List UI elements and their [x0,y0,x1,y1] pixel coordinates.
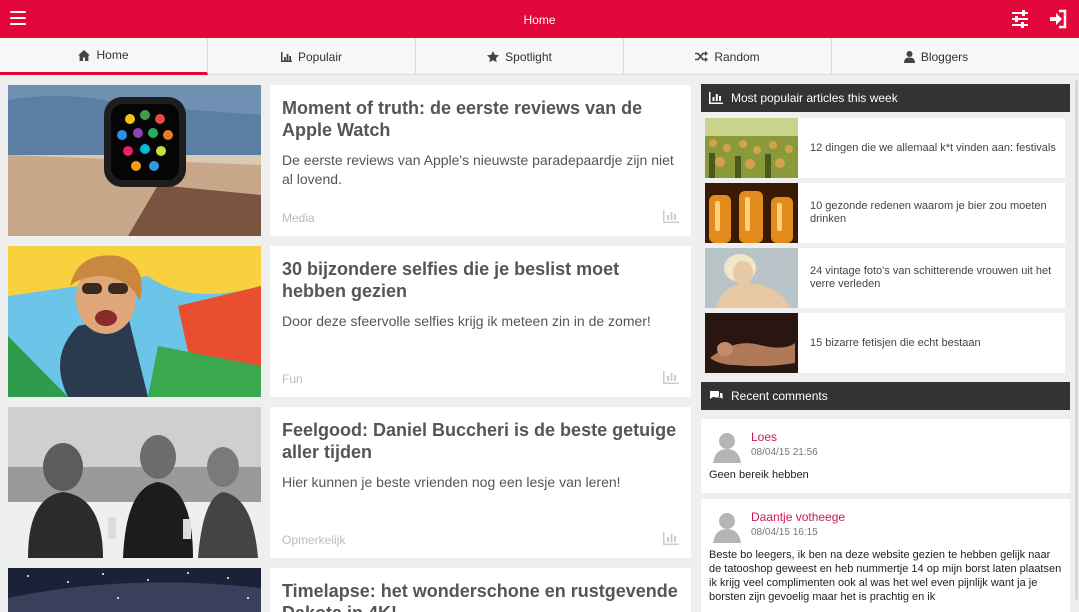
tab-spotlight[interactable]: Spotlight [416,38,624,75]
popular-item-title[interactable]: 24 vintage foto's van schitterende vrouw… [810,248,1058,308]
popular-panel-header: Most populair articles this week [701,84,1070,112]
popular-item[interactable]: 10 gezonde redenen waarom je bier zou mo… [705,183,1065,243]
comment-author[interactable]: Daantje votheege [751,510,845,524]
article-image-apple-watch[interactable] [8,85,261,236]
comment-date: 08/04/15 21:56 [751,447,818,458]
scrollbar[interactable] [1075,80,1078,600]
article-category[interactable]: Media [282,211,315,225]
popular-item-thumbnail [705,183,798,243]
tab-label: Spotlight [505,49,552,64]
article-card[interactable]: Timelapse: het wonderschone en rustgeven… [270,568,691,612]
comment-text: Geen bereik hebben [709,469,809,481]
article-image-timelapse[interactable] [8,568,261,612]
avatar-placeholder-icon [711,509,743,543]
comments-panel-header: Recent comments [701,382,1070,410]
sign-in-icon[interactable] [1048,9,1068,29]
popular-item-thumbnail [705,313,798,373]
article-title[interactable]: Timelapse: het wonderschone en rustgeven… [282,580,687,612]
comments-panel-title: Recent comments [731,389,828,403]
app-bar: Home [0,0,1079,38]
article-card[interactable]: Moment of truth: de eerste reviews van d… [270,85,691,236]
bar-chart-icon [709,92,723,104]
article-category[interactable]: Fun [282,372,303,386]
tab-label: Random [714,49,760,64]
tab-random[interactable]: Random [624,38,832,75]
comment-date: 08/04/15 16:15 [751,527,818,538]
article-card[interactable]: 30 bijzondere selfies die je beslist moe… [270,246,691,397]
article-summary: De eerste reviews van Apple's nieuwste p… [282,152,674,187]
tab-bloggers[interactable]: Bloggers [832,38,1040,75]
popular-item-title[interactable]: 15 bizarre fetisjen die echt bestaan [810,313,1058,373]
home-icon [78,49,91,61]
popular-item[interactable]: 15 bizarre fetisjen die echt bestaan [705,313,1065,373]
comment-author[interactable]: Loes [751,430,777,444]
popular-item-thumbnail [705,118,798,178]
popular-item-thumbnail [705,248,798,308]
article-category[interactable]: Opmerkelijk [282,533,345,547]
filter-sliders-icon[interactable] [1010,9,1030,29]
stats-icon[interactable] [663,210,679,223]
article-title[interactable]: Feelgood: Daniel Buccheri is de beste ge… [282,419,687,463]
comment-item: Loes 08/04/15 21:56 Geen bereik hebben [701,419,1070,493]
article-image-selfies[interactable] [8,246,261,397]
popular-item-title[interactable]: 12 dingen die we allemaal k*t vinden aan… [810,118,1058,178]
article-title[interactable]: 30 bijzondere selfies die je beslist moe… [282,258,687,302]
tab-label: Bloggers [920,49,969,64]
stats-icon[interactable] [663,532,679,545]
bar-chart-icon [280,51,292,62]
user-icon [903,50,915,63]
tab-bar: Home Populair Spotlight Random Bloggers [0,38,1079,75]
avatar-placeholder-icon [711,429,743,463]
article-summary: Door deze sfeervolle selfies krijg ik me… [282,313,651,329]
article-title[interactable]: Moment of truth: de eerste reviews van d… [282,97,687,141]
comment-item: Daantje votheege 08/04/15 16:15 Beste bo… [701,499,1070,612]
popular-panel-title: Most populair articles this week [731,91,898,105]
tab-home[interactable]: Home [0,38,208,75]
tab-label: Home [96,48,129,62]
tab-populair[interactable]: Populair [208,38,416,75]
article-card[interactable]: Feelgood: Daniel Buccheri is de beste ge… [270,407,691,558]
comment-text: Beste bo leegers, ik ben na deze website… [709,549,1062,603]
page-title: Home [523,13,556,27]
comments-icon [709,391,723,399]
popular-item-title[interactable]: 10 gezonde redenen waarom je bier zou mo… [810,183,1058,243]
popular-item[interactable]: 24 vintage foto's van schitterende vrouw… [705,248,1065,308]
article-summary: Hier kunnen je beste vrienden nog een le… [282,474,621,490]
shuffle-icon [695,51,709,62]
stats-icon[interactable] [663,371,679,384]
tab-label: Populair [297,49,343,64]
popular-item[interactable]: 12 dingen die we allemaal k*t vinden aan… [705,118,1065,178]
star-icon [487,50,500,62]
article-image-wedding[interactable] [8,407,261,558]
